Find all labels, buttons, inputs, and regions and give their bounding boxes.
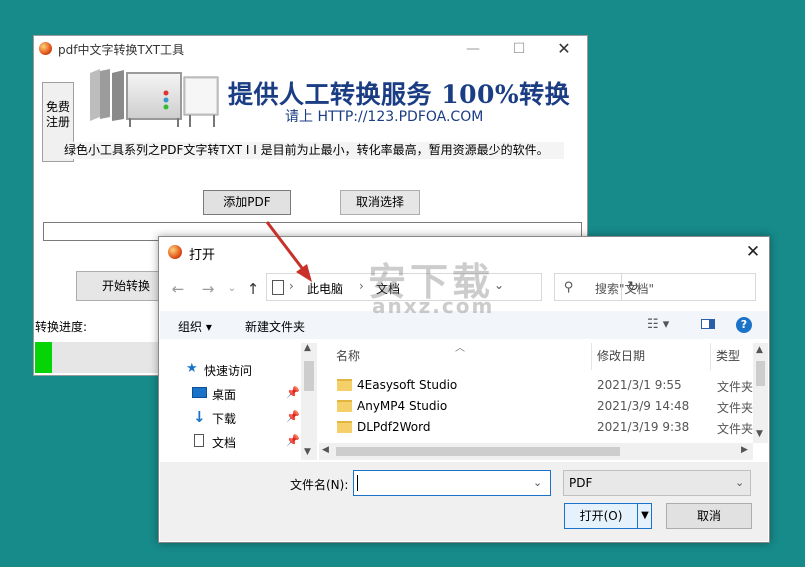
scrollbar-thumb[interactable] (756, 361, 765, 386)
nav-item-documents[interactable]: 文档 📌 (160, 431, 300, 453)
search-placeholder: 搜索"文档" (595, 282, 655, 296)
column-header-name[interactable]: 名称 (336, 345, 360, 371)
file-name: DLPdf2Word (357, 420, 431, 434)
filetype-select[interactable]: PDF ⌄ (563, 470, 751, 496)
scroll-down-icon[interactable]: ▼ (756, 429, 763, 439)
scrollbar-thumb[interactable] (336, 447, 620, 456)
filename-label: 文件名(N): (290, 478, 349, 492)
main-window-title: pdf中文字转换TXT工具 (58, 43, 185, 57)
folder-icon (337, 400, 352, 412)
dialog-bottom-panel: 文件名(N): ⌄ PDF ⌄ 打开(O) ▼ 取消 (160, 462, 768, 541)
scroll-up-icon[interactable]: ▲ (304, 343, 311, 353)
scroll-left-icon[interactable]: ◀ (322, 445, 329, 455)
download-icon: ↓ (193, 408, 206, 426)
open-button[interactable]: 打开(O) ▼ (564, 503, 652, 529)
address-dropdown-icon[interactable]: ⌄ (494, 278, 504, 292)
document-icon (194, 434, 204, 447)
forward-arrow-icon[interactable]: → (197, 279, 219, 299)
scrollbar-thumb[interactable] (304, 361, 314, 391)
watermark-url: anxz.com (372, 294, 495, 318)
file-list-scrollbar[interactable]: ▲ ▼ (753, 343, 768, 443)
document-icon (272, 280, 284, 295)
view-options-icon[interactable]: ☷ ▾ (647, 317, 669, 332)
dialog-title: 打开 (189, 248, 216, 263)
file-type: 文件夹 (717, 422, 754, 436)
file-date: 2021/3/19 9:38 (597, 420, 690, 434)
pin-icon[interactable]: 📌 (286, 434, 300, 447)
folder-icon (337, 421, 352, 433)
file-date: 2021/3/9 14:48 (597, 399, 690, 413)
text-cursor (357, 475, 358, 491)
nav-pane-scrollbar[interactable]: ▲ ▼ (301, 343, 317, 460)
back-arrow-icon[interactable]: ← (167, 279, 189, 299)
file-type: 文件夹 (717, 380, 754, 394)
nav-item-quick-access[interactable]: ★ 快速访问 (160, 359, 300, 381)
dialog-app-icon (168, 245, 182, 259)
scroll-down-icon[interactable]: ▼ (304, 447, 311, 457)
scroll-right-icon[interactable]: ▶ (741, 445, 748, 455)
star-icon: ★ (186, 361, 198, 376)
close-button[interactable]: ✕ (541, 36, 587, 62)
desktop-icon (192, 387, 207, 398)
horizontal-scrollbar[interactable]: ◀ ▶ (319, 443, 753, 460)
maximize-button[interactable]: ☐ (496, 36, 542, 62)
add-pdf-button[interactable]: 添加PDF (203, 190, 291, 215)
banner-url: 请上 HTTP://123.PDFOA.COM (285, 109, 484, 125)
sort-ascending-icon: ︿ (455, 343, 465, 354)
up-arrow-icon[interactable]: ↑ (242, 279, 264, 299)
column-divider[interactable] (710, 343, 711, 370)
new-folder-button[interactable]: 新建文件夹 (245, 318, 305, 335)
recent-locations-chevron-icon[interactable]: ⌄ (221, 279, 243, 299)
dialog-close-button[interactable]: ✕ (738, 239, 768, 265)
nav-item-desktop[interactable]: 桌面 📌 (160, 383, 300, 405)
preview-pane-icon[interactable] (701, 319, 715, 329)
folder-icon (337, 379, 352, 391)
nav-item-label: 桌面 (212, 388, 237, 402)
file-name: AnyMP4 Studio (357, 399, 448, 413)
file-row[interactable]: AnyMP4 Studio 2021/3/9 14:48 文件夹 (319, 396, 753, 417)
pin-icon[interactable]: 📌 (286, 386, 300, 399)
pin-icon[interactable]: 📌 (286, 410, 300, 423)
app-icon (39, 42, 52, 55)
filetype-value: PDF (569, 476, 593, 490)
main-titlebar: pdf中文字转换TXT工具 — ☐ ✕ (34, 36, 587, 62)
open-split-dropdown-icon[interactable]: ▼ (637, 504, 652, 528)
nav-item-label: 文档 (212, 436, 237, 450)
file-row[interactable]: 4Easysoft Studio 2021/3/1 9:55 文件夹 (319, 375, 753, 396)
search-input[interactable]: ⚲ 搜索"文档" (554, 273, 756, 301)
column-divider[interactable] (591, 343, 592, 370)
nav-item-downloads[interactable]: ↓ 下载 📌 (160, 407, 300, 429)
file-row[interactable]: DLPdf2Word 2021/3/19 9:38 文件夹 (319, 417, 753, 438)
organize-menu[interactable]: 组织 ▾ (178, 318, 212, 335)
progress-label: 转换进度: (35, 320, 88, 334)
file-name: 4Easysoft Studio (357, 378, 458, 392)
column-header-date[interactable]: 修改日期 (597, 345, 645, 371)
column-header-type[interactable]: 类型 (716, 345, 740, 371)
filename-input[interactable]: ⌄ (353, 470, 551, 496)
nav-item-label: 下载 (212, 412, 237, 426)
cancel-selection-button[interactable]: 取消选择 (340, 190, 420, 215)
breadcrumb-chevron-icon[interactable]: › (289, 279, 294, 293)
search-icon: ⚲ (564, 280, 574, 295)
chevron-down-icon[interactable]: ⌄ (533, 476, 542, 489)
cancel-button[interactable]: 取消 (666, 503, 752, 529)
scroll-up-icon[interactable]: ▲ (756, 345, 763, 355)
whiteboard-banner-image (90, 69, 219, 127)
chevron-down-icon[interactable]: ⌄ (735, 476, 744, 489)
description-text: 绿色小工具系列之PDF文字转TXT I I 是目前为止最小，转化率最高，暂用资源… (64, 142, 564, 159)
file-type: 文件夹 (717, 401, 754, 415)
open-button-label: 打开(O) (579, 509, 623, 523)
breadcrumb-this-pc[interactable]: 此电脑 (307, 280, 343, 297)
breadcrumb-chevron-icon[interactable]: › (359, 279, 364, 293)
minimize-button[interactable]: — (450, 36, 496, 62)
progress-fill (35, 342, 52, 373)
nav-item-label: 快速访问 (204, 364, 253, 378)
help-icon[interactable]: ? (736, 317, 752, 333)
file-date: 2021/3/1 9:55 (597, 378, 682, 392)
navigation-pane: ★ 快速访问 桌面 📌 ↓ 下载 📌 文档 📌 (160, 343, 305, 460)
